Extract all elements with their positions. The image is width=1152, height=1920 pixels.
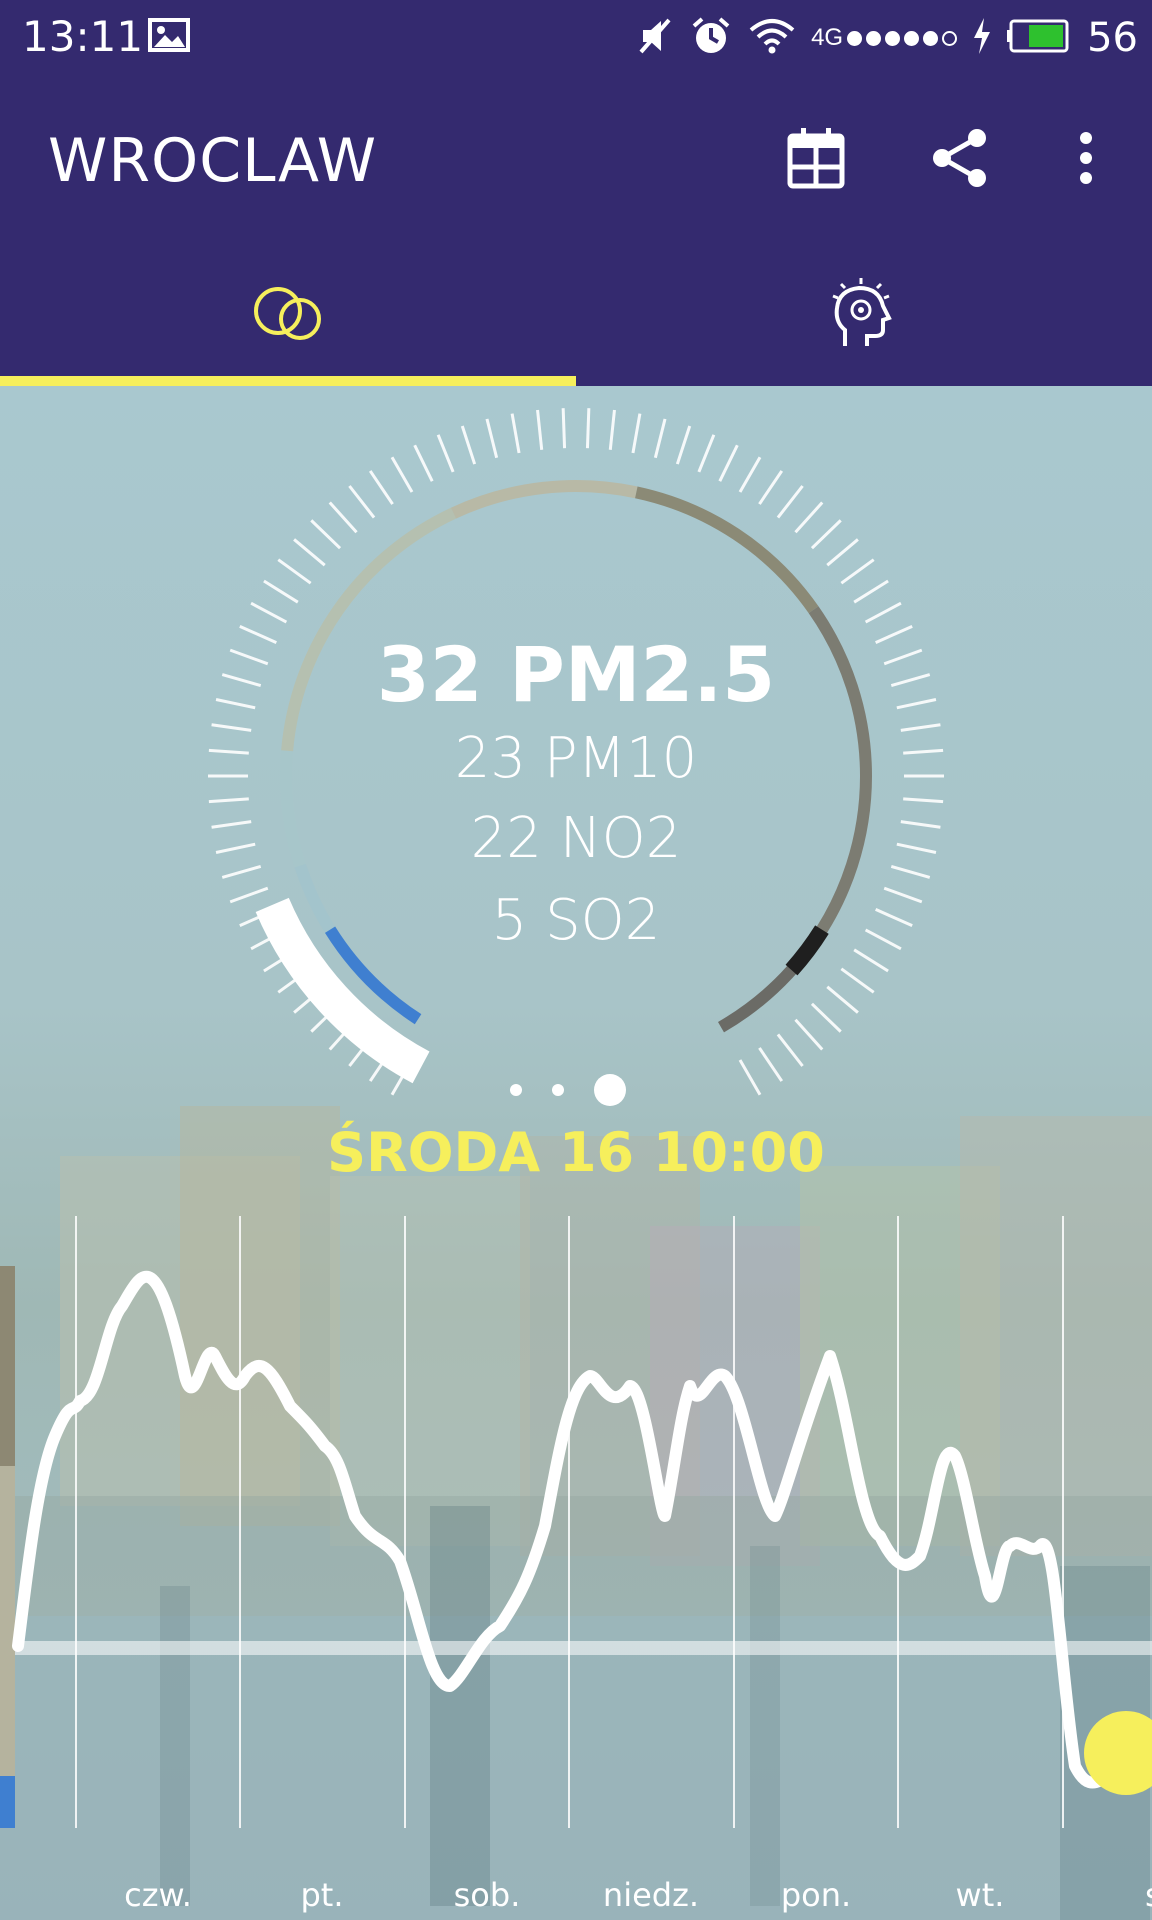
gauge-tick <box>250 601 288 624</box>
pollution-line <box>12 1270 1121 1789</box>
day-label: niedz. <box>603 1876 699 1914</box>
gauge-tick <box>368 470 394 505</box>
gauge-tick <box>675 425 692 465</box>
gauge-tick <box>561 408 567 449</box>
day-label: czw. <box>124 1876 192 1914</box>
air-quality-icon <box>250 285 326 346</box>
gauge-tick <box>776 485 804 519</box>
gauge-tick <box>758 470 784 505</box>
gauge-tick <box>310 519 342 550</box>
image-icon <box>148 18 190 57</box>
gauge-tick <box>758 1047 784 1082</box>
tab-air-quality[interactable] <box>0 244 576 386</box>
chart-gridlines <box>75 1216 1064 1828</box>
day-label: pt. <box>300 1876 343 1914</box>
tab-health[interactable] <box>576 244 1152 386</box>
battery-icon <box>1007 18 1073 59</box>
gauge-tick <box>390 456 414 493</box>
gauge-tick <box>293 538 326 567</box>
health-advice-icon <box>829 276 899 355</box>
gauge-tick <box>413 444 434 482</box>
wifi-icon <box>747 16 797 61</box>
battery-level: 56 <box>1087 15 1138 61</box>
gauge-tick <box>608 409 616 450</box>
gauge-tick <box>208 797 249 804</box>
tab-bar <box>0 244 1152 386</box>
gauge-tick <box>348 485 376 519</box>
gauge-tick <box>840 558 875 585</box>
gauge-segment <box>635 486 819 614</box>
day-label: pon. <box>781 1876 851 1914</box>
page-dot[interactable] <box>510 1084 522 1096</box>
so2-value: 5 SO2 <box>491 888 661 953</box>
more-vert-icon[interactable] <box>1050 122 1122 194</box>
tab-indicator <box>0 376 576 386</box>
day-label: wt. <box>956 1876 1005 1914</box>
calendar-icon[interactable] <box>780 122 852 194</box>
status-time: 13:11 <box>22 12 144 61</box>
charging-icon <box>971 16 993 61</box>
gauge-tick <box>277 558 312 585</box>
gauge-tick <box>794 501 824 534</box>
history-bar <box>0 1466 15 1776</box>
mute-icon <box>635 16 675 61</box>
share-icon[interactable] <box>924 122 996 194</box>
selected-datetime: ŚRODA 16 10:00 <box>327 1121 825 1184</box>
city-title: WROCLAW <box>48 126 378 196</box>
gauge-segment <box>450 480 638 519</box>
gauge-tick <box>738 456 762 493</box>
alarm-icon <box>689 14 733 63</box>
pm25-value: 32 PM2.5 <box>376 630 776 719</box>
gauge-tick <box>485 418 499 459</box>
gauge-tick <box>738 1059 762 1096</box>
no2-value: 22 NO2 <box>470 806 682 871</box>
gauge-tick <box>810 519 842 550</box>
day-labels: r.czw.pt.sob.niedz.pon.wt.śr. <box>124 1876 1152 1914</box>
signal-indicator: 4G <box>811 24 958 52</box>
day-label: śr. <box>1145 1876 1152 1914</box>
gauge-tick <box>718 444 739 482</box>
gauge-tick <box>510 413 521 454</box>
day-label: sob. <box>454 1876 521 1914</box>
gauge-tick <box>776 1033 804 1067</box>
gauge-tick <box>653 418 667 459</box>
main-content: 32 PM2.5 23 PM10 22 NO2 5 SO2 ŚRODA 16 1… <box>0 386 1152 1920</box>
page-dot[interactable] <box>552 1084 564 1096</box>
gauge-tick <box>826 985 859 1014</box>
gauge-tick <box>460 425 477 465</box>
gauge-tick <box>794 1018 824 1051</box>
history-bar <box>0 1266 15 1466</box>
gauge-tick <box>840 967 875 994</box>
gauge-tick <box>810 1002 842 1033</box>
pollution-chart[interactable]: r.czw.pt.sob.niedz.pon.wt.śr. <box>0 1216 1152 1920</box>
page-indicator <box>510 1074 626 1106</box>
app-bar: WROCLAW <box>0 76 1152 244</box>
history-bar <box>0 1776 15 1828</box>
gauge-tick <box>903 797 944 804</box>
gauge-tick <box>436 434 455 473</box>
page-dot-active[interactable] <box>594 1074 626 1106</box>
gauge-tick <box>631 413 642 454</box>
network-type: 4G <box>811 24 844 51</box>
status-bar: 13:11 4G 56 <box>0 0 1152 76</box>
gauge-tick <box>826 538 859 567</box>
gauge-tick <box>853 579 889 604</box>
pm10-value: 23 PM10 <box>454 726 698 791</box>
gauge-tick <box>536 409 544 450</box>
gauge-tick <box>263 579 299 604</box>
gauge-tick <box>697 434 716 473</box>
gauge-tick <box>328 501 358 534</box>
gauge-tick <box>864 601 902 624</box>
gauge-tick <box>585 408 591 449</box>
